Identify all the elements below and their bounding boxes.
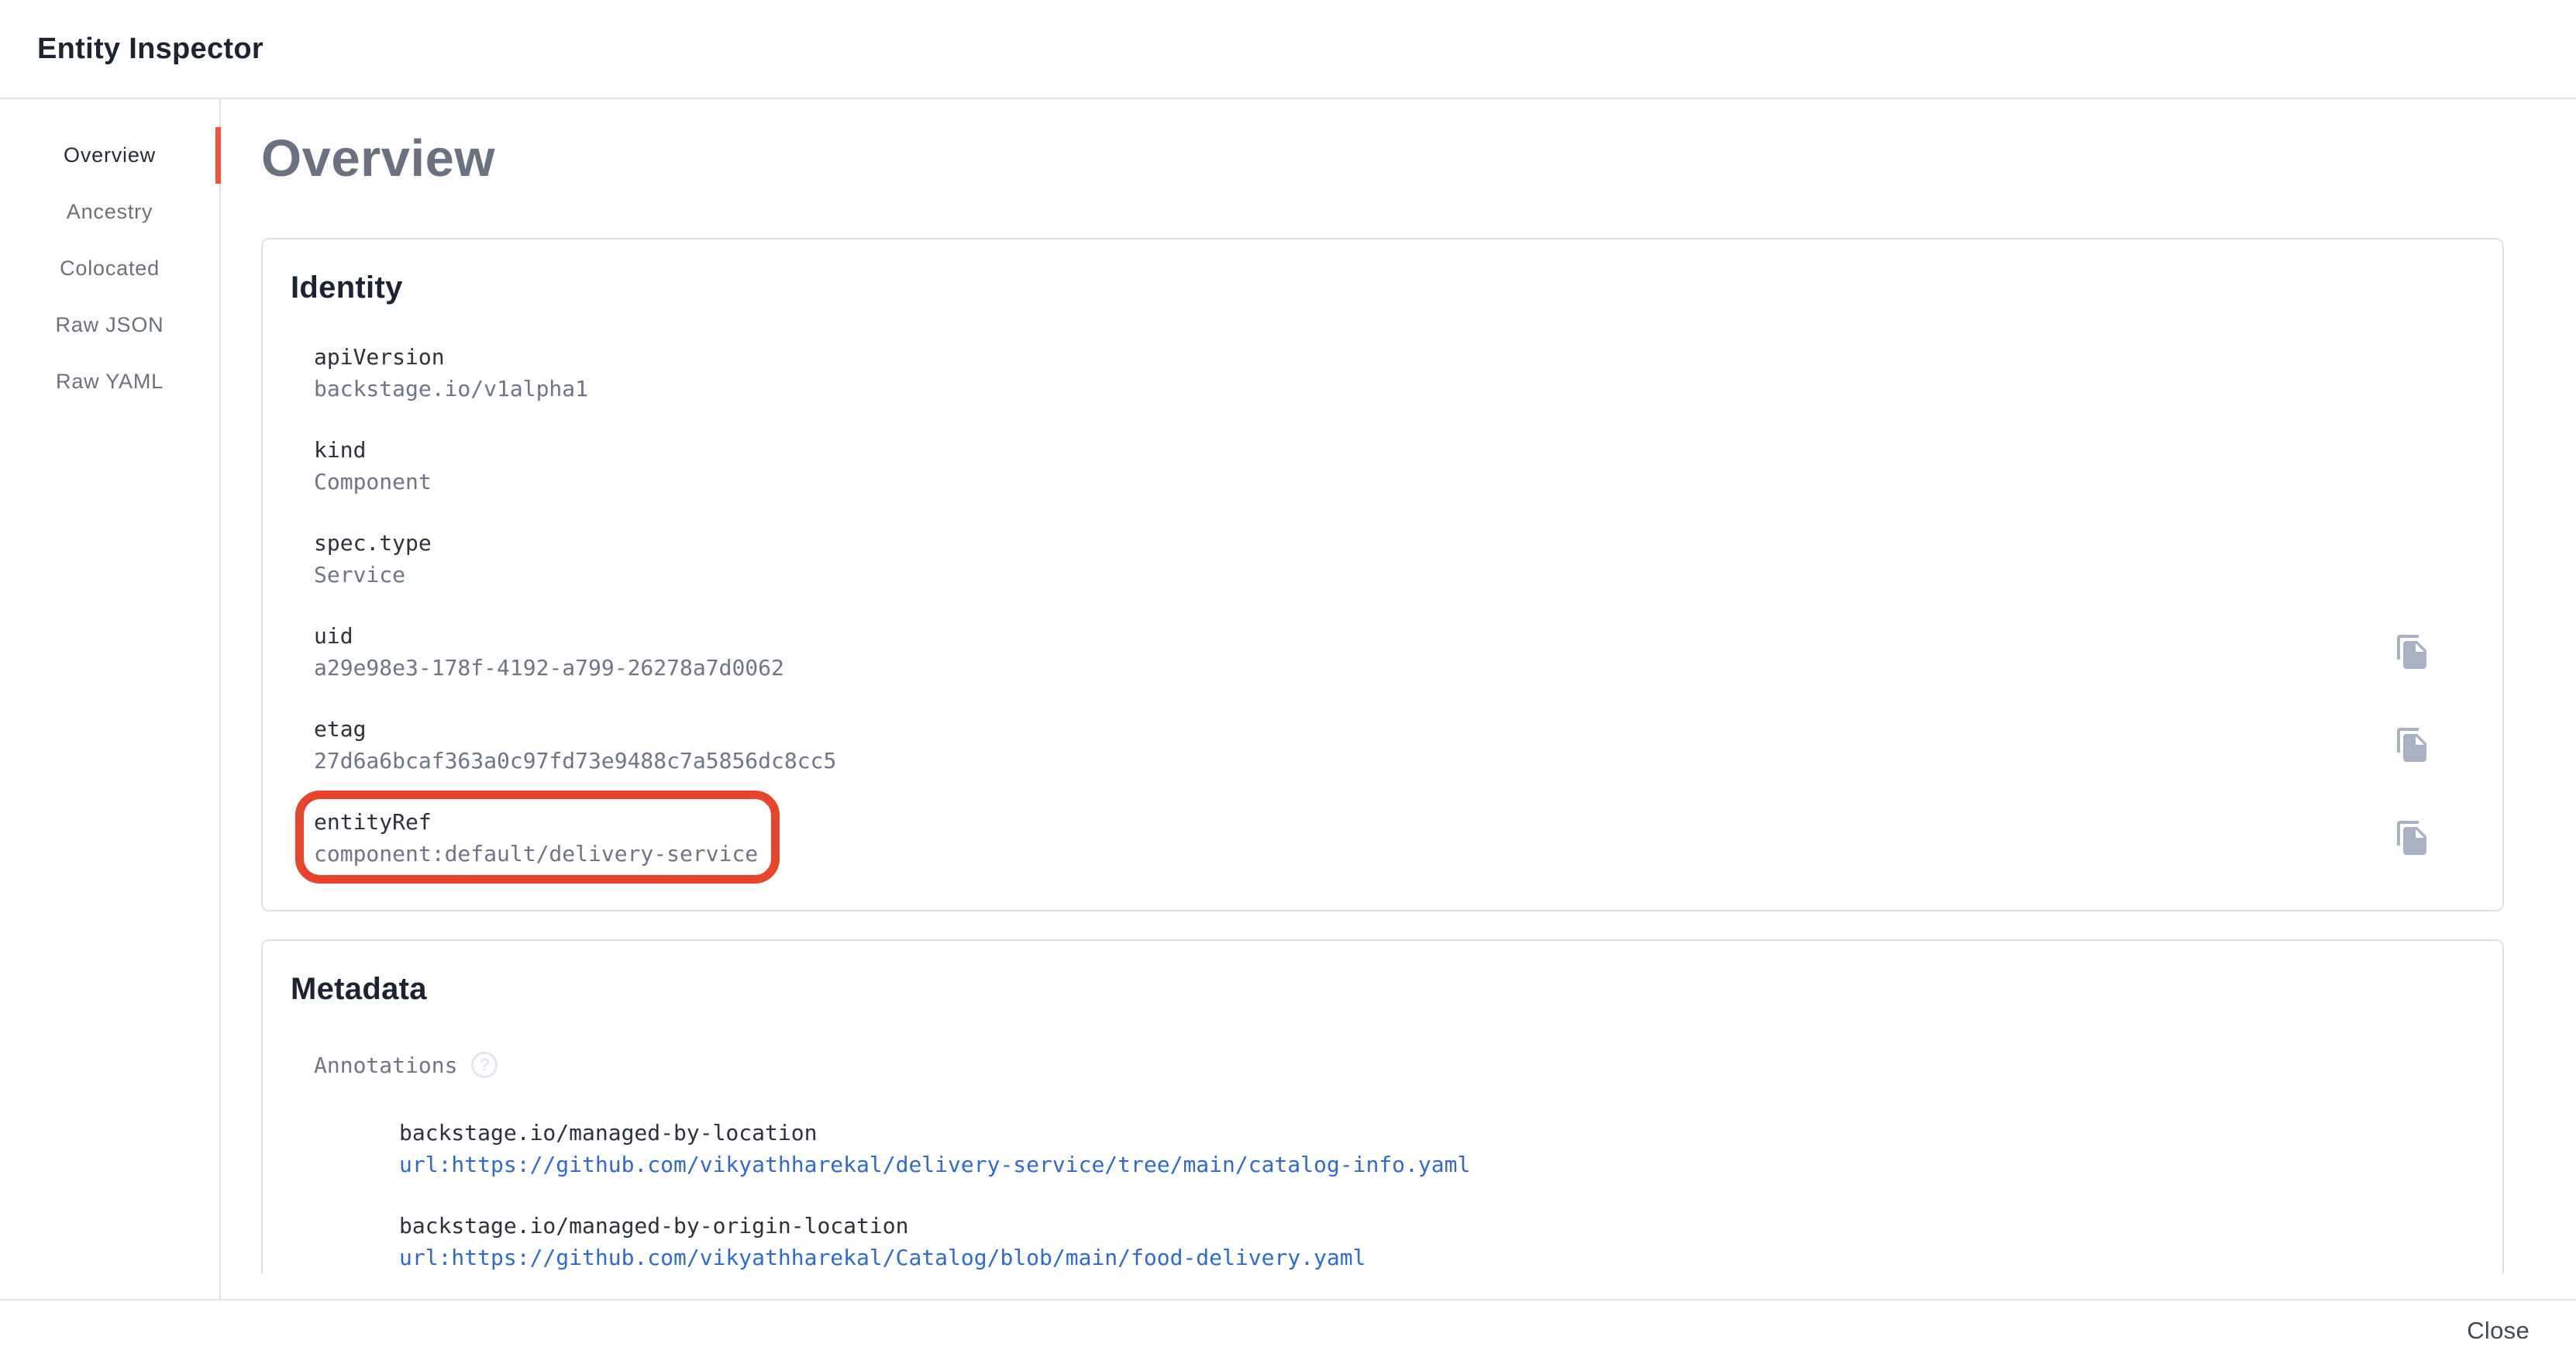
close-button[interactable]: Close [2453,1309,2543,1352]
field-label: etag [314,713,836,745]
copy-icon [2394,819,2431,856]
copy-entityref-button[interactable] [2391,816,2434,860]
identity-fields: apiVersion backstage.io/v1alpha1 kind Co… [314,341,2471,870]
annotation-key: backstage.io/managed-by-origin-location [399,1210,2471,1242]
field-group: spec.type Service [314,527,432,591]
field-value: Component [314,466,432,498]
annotation-entries: backstage.io/managed-by-location url:htt… [399,1117,2471,1273]
field-label: entityRef [314,806,758,838]
field-row-spec-type: spec.type Service [314,527,2471,591]
field-label: uid [314,620,784,652]
sidebar-item-label: Colocated [60,257,160,281]
field-value: a29e98e3-178f-4192-a799-26278a7d0062 [314,652,784,684]
dialog-title: Entity Inspector [37,33,263,66]
sidebar-item-ancestry[interactable]: Ancestry [0,184,219,240]
sidebar-item-label: Ancestry [67,200,153,224]
dialog-body: Overview Ancestry Colocated Raw JSON Raw… [0,99,2576,1299]
help-icon[interactable]: ? [471,1052,498,1078]
dialog-footer: Close [0,1299,2576,1361]
active-tab-indicator [215,127,221,184]
sidebar-item-overview[interactable]: Overview [0,127,219,184]
inspector-sidebar: Overview Ancestry Colocated Raw JSON Raw… [0,99,221,1299]
identity-card: Identity apiVersion backstage.io/v1alpha… [261,238,2504,911]
annotation-entry: backstage.io/managed-by-origin-location … [399,1210,2471,1273]
field-value: 27d6a6bcaf363a0c97fd73e9488c7a5856dc8cc5 [314,745,836,777]
field-group: kind Component [314,434,432,498]
sidebar-item-label: Overview [64,143,156,167]
field-row-uid: uid a29e98e3-178f-4192-a799-26278a7d0062 [314,620,2471,684]
annotations-section-header: Annotations ? [314,1052,2471,1078]
field-label: spec.type [314,527,432,559]
copy-etag-button[interactable] [2391,723,2434,767]
copy-icon [2394,726,2431,763]
field-group: apiVersion backstage.io/v1alpha1 [314,341,588,405]
copy-icon [2394,633,2431,670]
field-group: uid a29e98e3-178f-4192-a799-26278a7d0062 [314,620,784,684]
field-group: etag 27d6a6bcaf363a0c97fd73e9488c7a5856d… [314,713,836,777]
identity-card-title: Identity [291,270,2471,305]
annotation-entry: backstage.io/managed-by-location url:htt… [399,1117,2471,1180]
sidebar-item-label: Raw YAML [56,370,164,394]
field-row-kind: kind Component [314,434,2471,498]
sidebar-item-raw-json[interactable]: Raw JSON [0,297,219,353]
metadata-card-title: Metadata [291,972,2471,1007]
sidebar-item-raw-yaml[interactable]: Raw YAML [0,353,219,410]
field-value: component:default/delivery-service [314,838,758,870]
field-label: kind [314,434,432,466]
field-row-etag: etag 27d6a6bcaf363a0c97fd73e9488c7a5856d… [314,713,2471,777]
page-title: Overview [261,129,2504,188]
field-group: entityRef component:default/delivery-ser… [314,806,758,870]
annotation-key: backstage.io/managed-by-location [399,1117,2471,1149]
sidebar-item-label: Raw JSON [56,313,164,337]
field-row-apiversion: apiVersion backstage.io/v1alpha1 [314,341,2471,405]
copy-uid-button[interactable] [2391,630,2434,674]
annotation-value-link[interactable]: url:https://github.com/vikyathharekal/Ca… [399,1242,1365,1273]
field-row-entityref: entityRef component:default/delivery-ser… [314,806,2471,870]
annotation-value-link[interactable]: url:https://github.com/vikyathharekal/de… [399,1149,1470,1180]
field-value: Service [314,559,432,591]
sidebar-item-colocated[interactable]: Colocated [0,240,219,297]
field-value: backstage.io/v1alpha1 [314,373,588,405]
main-content: Overview Identity apiVersion backstage.i… [221,99,2576,1299]
field-label: apiVersion [314,341,588,373]
metadata-card: Metadata Annotations ? backstage.io/mana… [261,939,2504,1273]
annotations-label: Annotations [314,1053,457,1078]
dialog-header: Entity Inspector [0,0,2576,99]
